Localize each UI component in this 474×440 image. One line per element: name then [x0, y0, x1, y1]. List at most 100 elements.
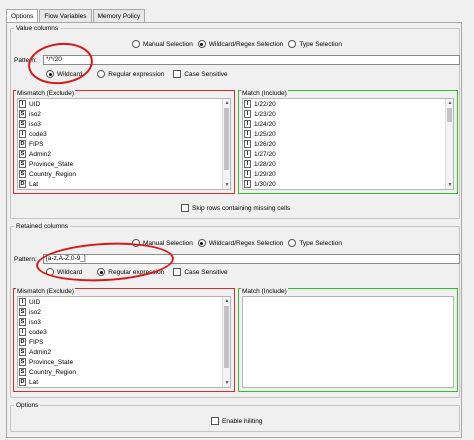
list-item[interactable]: I UID: [18, 99, 230, 109]
column-name: 1/30/20: [254, 180, 276, 188]
list-item[interactable]: D FIPS: [18, 337, 230, 347]
column-type-icon: D: [19, 378, 26, 386]
scroll-up-icon[interactable]: ▲: [223, 297, 230, 305]
list-item[interactable]: DLong_: [18, 189, 230, 190]
retained-mode-selector: Manual Selection Wildcard/Regex Selectio…: [132, 239, 342, 247]
checkbox-icon: [173, 268, 182, 276]
scroll-thumb[interactable]: [224, 108, 229, 170]
list-item[interactable]: S Admin2: [18, 149, 230, 159]
list-item[interactable]: Icode3: [18, 129, 230, 139]
list-item[interactable]: I 1/30/20: [243, 179, 453, 189]
list-item[interactable]: Siso2: [18, 307, 230, 317]
list-item[interactable]: S Country_Region: [18, 169, 230, 179]
value-mode-wildcard-regex[interactable]: Wildcard/Regex Selection: [197, 40, 283, 48]
list-item[interactable]: I 1/24/20: [243, 119, 453, 129]
column-type-icon: D: [19, 140, 26, 148]
value-case-sensitive[interactable]: Case Sensitive: [173, 70, 228, 78]
value-match-items[interactable]: I 1/22/20 I 1/23/20 I 1/24/20 I 1/25/20 I 1/26/20…: [242, 98, 454, 190]
list-item[interactable]: D Lat: [18, 377, 230, 387]
column-type-icon: I: [19, 100, 26, 108]
scroll-thumb[interactable]: [224, 306, 229, 368]
column-name: Country_Region: [29, 170, 76, 178]
skip-missing-checkbox[interactable]: Skip rows containing missing cells: [181, 204, 290, 212]
list-item[interactable]: DLong_: [18, 387, 230, 388]
tab-memory-policy[interactable]: Memory Policy: [92, 9, 146, 22]
list-item[interactable]: I 1/28/20: [243, 159, 453, 169]
radio-icon: [288, 239, 297, 247]
list-item[interactable]: Siso3: [18, 317, 230, 327]
column-type-icon: I: [19, 328, 26, 336]
column-name: 1/24/20: [254, 120, 276, 128]
list-item[interactable]: S Province_State: [18, 357, 230, 367]
value-mode-type[interactable]: Type Selection: [288, 40, 342, 48]
value-regex-option[interactable]: Regular expression: [97, 70, 164, 78]
list-item[interactable]: Icode3: [18, 327, 230, 337]
column-name: Admin2: [29, 348, 52, 356]
retained-case-sensitive[interactable]: Case Sensitive: [173, 268, 228, 276]
column-name: Country_Region: [29, 368, 76, 376]
list-item[interactable]: I 1/22/20: [243, 99, 453, 109]
column-type-icon: I: [244, 140, 251, 148]
column-type-icon: I: [244, 160, 251, 168]
value-pattern-input[interactable]: */*/20: [43, 55, 460, 65]
retained-mode-type[interactable]: Type Selection: [288, 239, 342, 247]
scroll-up-icon[interactable]: ▲: [446, 99, 453, 107]
column-type-icon: S: [19, 110, 26, 118]
tab-options[interactable]: Options: [6, 9, 39, 23]
value-match-scrollbar[interactable]: ▲ ▼: [445, 99, 453, 189]
list-item[interactable]: I 1/27/20: [243, 149, 453, 159]
value-match-rows: I 1/22/20 I 1/23/20 I 1/24/20 I 1/25/20 I 1/26/20…: [243, 99, 453, 190]
column-name: FIPS: [29, 140, 44, 148]
retained-match-items[interactable]: [242, 296, 454, 388]
column-type-icon: I: [244, 130, 251, 138]
list-item[interactable]: Siso2: [18, 109, 230, 119]
list-item[interactable]: I 1/29/20: [243, 169, 453, 179]
list-item[interactable]: I 1/23/20: [243, 109, 453, 119]
retained-match-title: Match (Include): [241, 288, 288, 295]
scroll-down-icon[interactable]: ▼: [446, 181, 453, 189]
column-name: iso2: [29, 308, 41, 316]
enable-hiliting-checkbox[interactable]: Enable hiliting: [211, 417, 262, 425]
list-item[interactable]: S Country_Region: [18, 367, 230, 377]
radio-selected-icon: [197, 40, 206, 48]
column-name: 1/25/20: [254, 130, 276, 138]
scroll-down-icon[interactable]: ▼: [223, 181, 230, 189]
value-mode-selector: Manual Selection Wildcard/Regex Selectio…: [132, 40, 342, 48]
column-type-icon: D: [19, 180, 26, 188]
list-item[interactable]: I 1/26/20: [243, 139, 453, 149]
list-item[interactable]: D Lat: [18, 179, 230, 189]
retained-columns-title: Retained columns: [16, 223, 69, 230]
value-mode-manual[interactable]: Manual Selection: [132, 40, 193, 48]
list-item[interactable]: Siso3: [18, 119, 230, 129]
scroll-down-icon[interactable]: ▼: [223, 379, 230, 387]
retained-mismatch-scrollbar[interactable]: ▲ ▼: [222, 297, 230, 387]
list-item[interactable]: I 1/25/20: [243, 129, 453, 139]
column-type-icon: I: [244, 180, 251, 188]
value-mismatch-items[interactable]: I UID Siso2 Siso3 Icode3 D FIPS S Admin2 S Provinc…: [17, 98, 231, 190]
value-mismatch-scrollbar[interactable]: ▲ ▼: [222, 99, 230, 189]
column-type-icon: I: [244, 110, 251, 118]
list-item[interactable]: S Province_State: [18, 159, 230, 169]
column-type-icon: I: [244, 150, 251, 158]
list-item[interactable]: I UID: [18, 297, 230, 307]
list-item[interactable]: S Admin2: [18, 347, 230, 357]
column-name: 1/22/20: [254, 100, 276, 108]
column-name: Lat: [29, 378, 39, 386]
column-type-icon: S: [19, 170, 26, 178]
scroll-thumb[interactable]: [447, 108, 452, 122]
radio-icon: [132, 40, 140, 48]
scroll-up-icon[interactable]: ▲: [223, 99, 230, 107]
retained-mismatch-items[interactable]: I UID Siso2 Siso3 Icode3 D FIPS S Admin2 S Provinc…: [17, 296, 231, 388]
column-type-icon: I: [244, 170, 251, 178]
column-type-icon: S: [19, 318, 26, 326]
tab-flow-variables[interactable]: Flow Variables: [39, 9, 92, 22]
retained-mode-wildcard-regex[interactable]: Wildcard/Regex Selection: [197, 239, 283, 247]
checkbox-icon: [181, 204, 189, 212]
value-columns-title: Value columns: [16, 25, 59, 32]
column-type-icon: S: [19, 308, 26, 316]
list-item[interactable]: D FIPS: [18, 139, 230, 149]
value-mismatch-title: Mismatch (Exclude): [16, 90, 76, 97]
radio-icon: [288, 40, 297, 48]
column-name: iso2: [29, 110, 41, 118]
list-item[interactable]: I1/31/20: [243, 189, 453, 190]
